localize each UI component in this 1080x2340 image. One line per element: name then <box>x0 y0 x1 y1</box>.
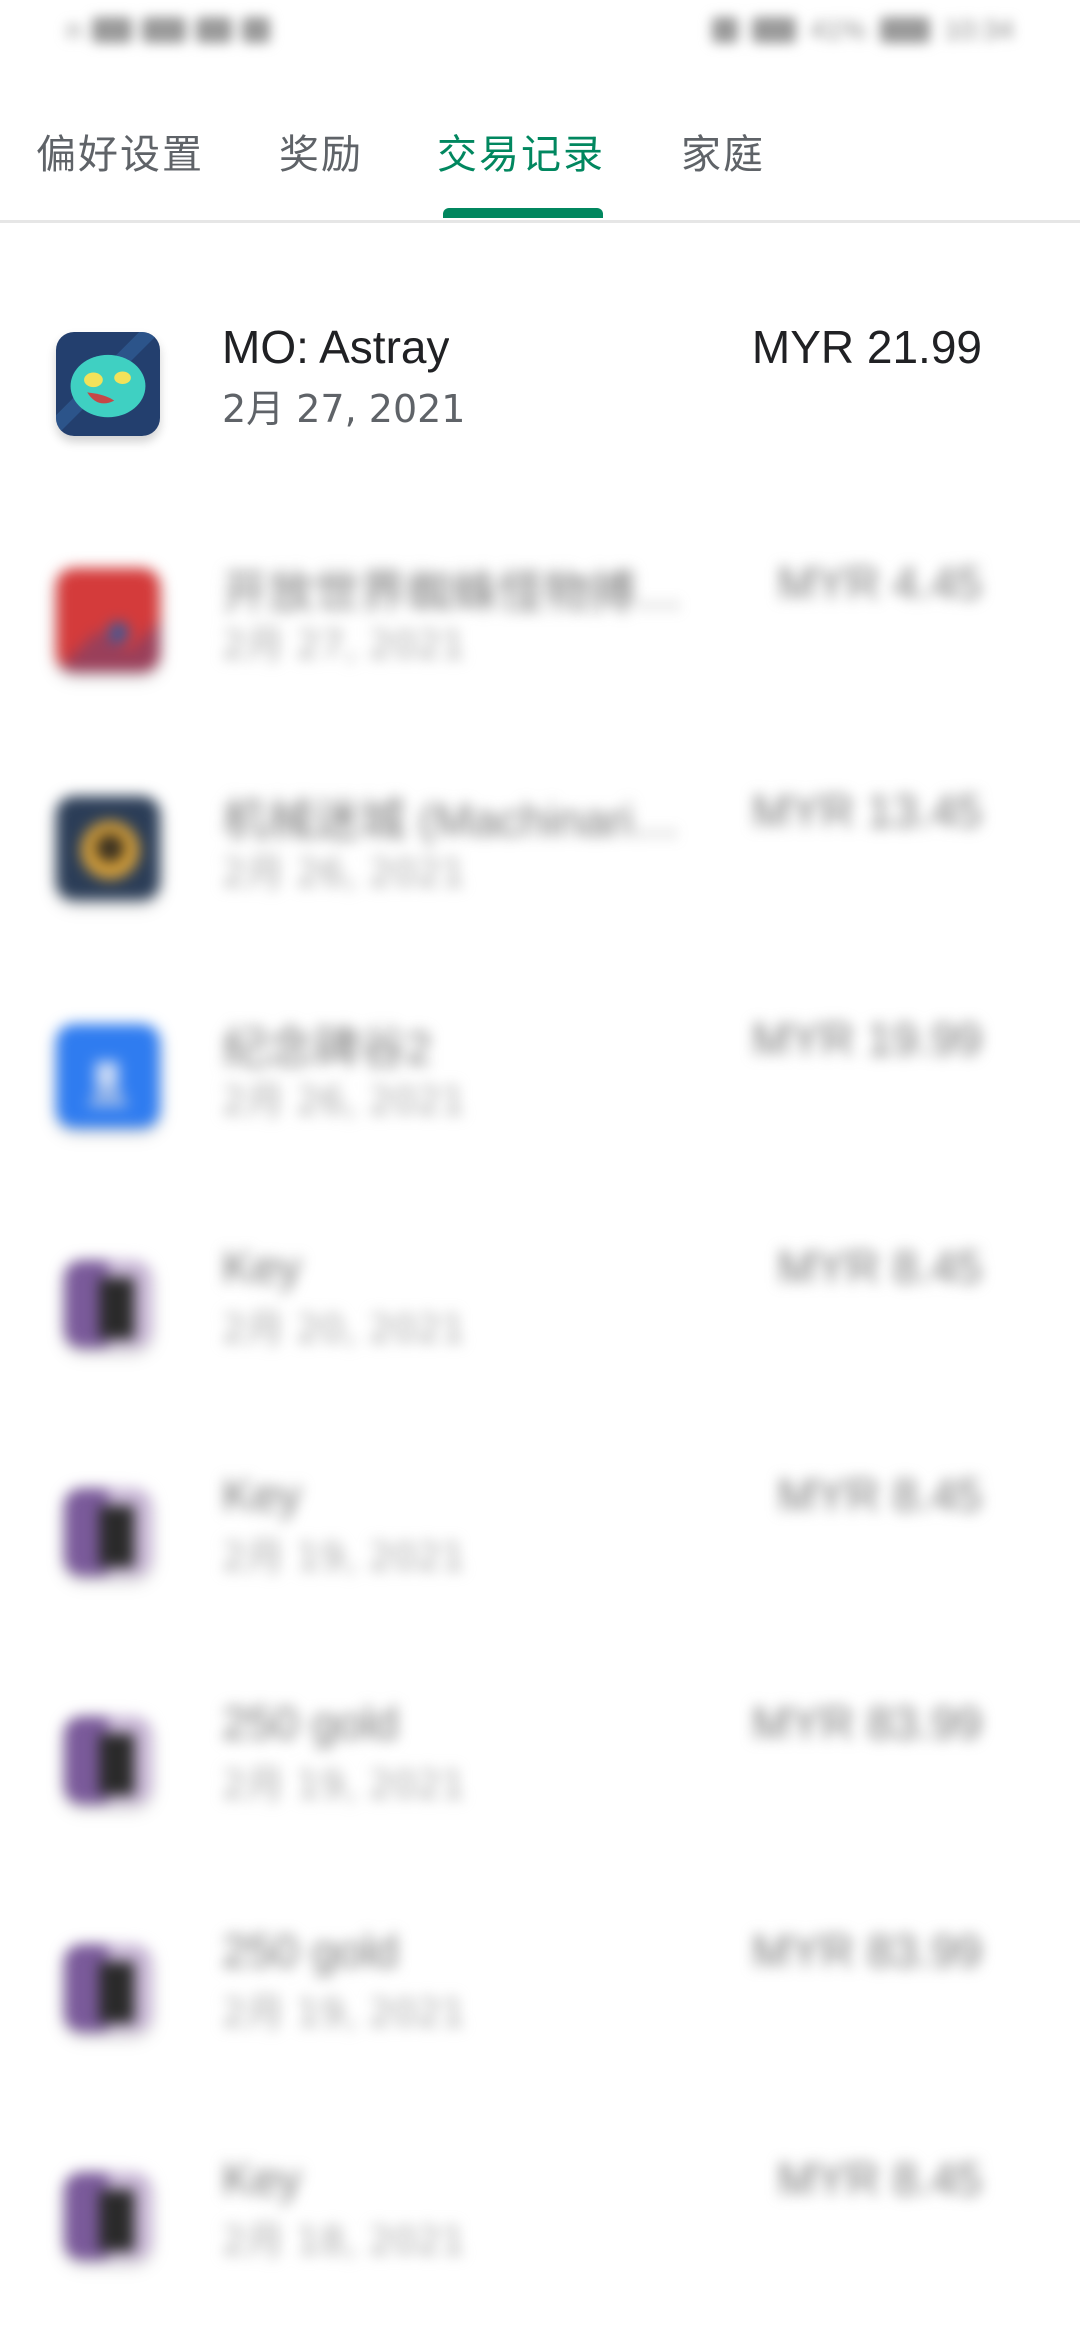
transaction-row[interactable]: 250 gold 2月 19, 2021 MYR 83.99 <box>0 1874 1080 2102</box>
notification-icon <box>241 17 270 43</box>
monument-valley-app-icon <box>56 1024 160 1128</box>
item-name: 250 gold <box>222 1697 399 1749</box>
item-price: MYR 8.45 <box>777 1469 982 1521</box>
item-date: 2月 27, 2021 <box>222 387 466 431</box>
tab-transactions[interactable]: 交易记录 <box>437 122 605 180</box>
item-date: 2月 26, 2021 <box>222 1079 466 1123</box>
transaction-row[interactable]: 250 gold 2月 19, 2021 MYR 83.99 <box>0 1646 1080 1874</box>
item-price: MYR 13.45 <box>751 785 982 837</box>
vibrate-icon <box>711 17 738 43</box>
transaction-row[interactable]: Key 2月 18, 2021 MYR 8.45 <box>0 2102 1080 2330</box>
item-price: MYR 8.45 <box>777 2153 982 2205</box>
red-game-app-icon <box>56 568 160 672</box>
tab-preferences[interactable]: 偏好设置 <box>36 122 204 180</box>
mo-astray-app-icon <box>56 332 160 436</box>
item-date: 2月 19, 2021 <box>222 1535 466 1579</box>
carrier-text: n <box>66 14 82 45</box>
wifi-icon <box>195 17 232 43</box>
item-price: MYR 8.45 <box>777 1241 982 1293</box>
status-right: 41% 10:34 <box>711 14 1014 46</box>
item-date: 2月 19, 2021 <box>222 1991 466 2035</box>
tab-rewards[interactable]: 奖励 <box>279 122 363 180</box>
item-name: 开放世界蜘蛛怪物搏… <box>222 566 682 618</box>
battery-percent: 41% <box>809 14 866 45</box>
item-name: Key <box>222 2153 302 2205</box>
purple-game-app-icon <box>64 1488 152 1576</box>
active-tab-indicator <box>443 208 603 218</box>
item-date: 2月 26, 2021 <box>222 851 466 895</box>
transaction-row[interactable]: MO: Astray 2月 27, 2021 MYR 21.99 <box>0 270 1080 506</box>
item-name: Key <box>222 1469 302 1521</box>
purple-game-app-icon <box>64 1260 152 1348</box>
transaction-row[interactable]: 纪念碑谷2 2月 26, 2021 MYR 19.99 <box>0 962 1080 1190</box>
transaction-list: MO: Astray 2月 27, 2021 MYR 21.99 开放世界蜘蛛怪… <box>0 270 1080 2330</box>
item-date: 2月 27, 2021 <box>222 623 466 667</box>
item-date: 2月 19, 2021 <box>222 1763 466 1807</box>
signal-icon <box>141 17 186 43</box>
status-left: n <box>66 14 270 46</box>
item-name: Key <box>222 1241 302 1293</box>
item-price: MYR 19.99 <box>751 1013 982 1065</box>
item-name: 250 gold <box>222 1925 399 1977</box>
item-name: 纪念碑谷2 <box>222 1022 432 1074</box>
clock: 10:34 <box>943 14 1014 45</box>
tab-family[interactable]: 家庭 <box>681 122 765 180</box>
item-price: MYR 83.99 <box>751 1697 982 1749</box>
machinarium-app-icon <box>56 796 160 900</box>
transaction-row[interactable]: Key 2月 19, 2021 MYR 8.45 <box>0 1418 1080 1646</box>
status-bar: n 41% 10:34 <box>0 0 1080 70</box>
transaction-row[interactable]: 机械迷城 (Machinari… 2月 26, 2021 MYR 13.45 <box>0 734 1080 962</box>
purple-game-app-icon <box>64 1944 152 2032</box>
battery-icon <box>879 17 930 43</box>
item-name: 机械迷城 (Machinari… <box>222 794 680 846</box>
tab-bar: 偏好设置 奖励 交易记录 家庭 <box>0 90 1080 223</box>
item-price: MYR 4.45 <box>777 557 982 609</box>
transaction-row[interactable]: Key 2月 20, 2021 MYR 8.45 <box>0 1190 1080 1418</box>
alarm-icon <box>751 17 796 43</box>
purple-game-app-icon <box>64 2172 152 2260</box>
item-name: MO: Astray <box>222 321 450 373</box>
nfc-icon <box>91 17 132 43</box>
item-price: MYR 21.99 <box>751 321 982 373</box>
item-date: 2月 20, 2021 <box>222 1307 466 1351</box>
item-price: MYR 83.99 <box>751 1925 982 1977</box>
purple-game-app-icon <box>64 1716 152 1804</box>
item-date: 2月 18, 2021 <box>222 2219 466 2263</box>
transaction-row[interactable]: 开放世界蜘蛛怪物搏… 2月 27, 2021 MYR 4.45 <box>0 506 1080 734</box>
